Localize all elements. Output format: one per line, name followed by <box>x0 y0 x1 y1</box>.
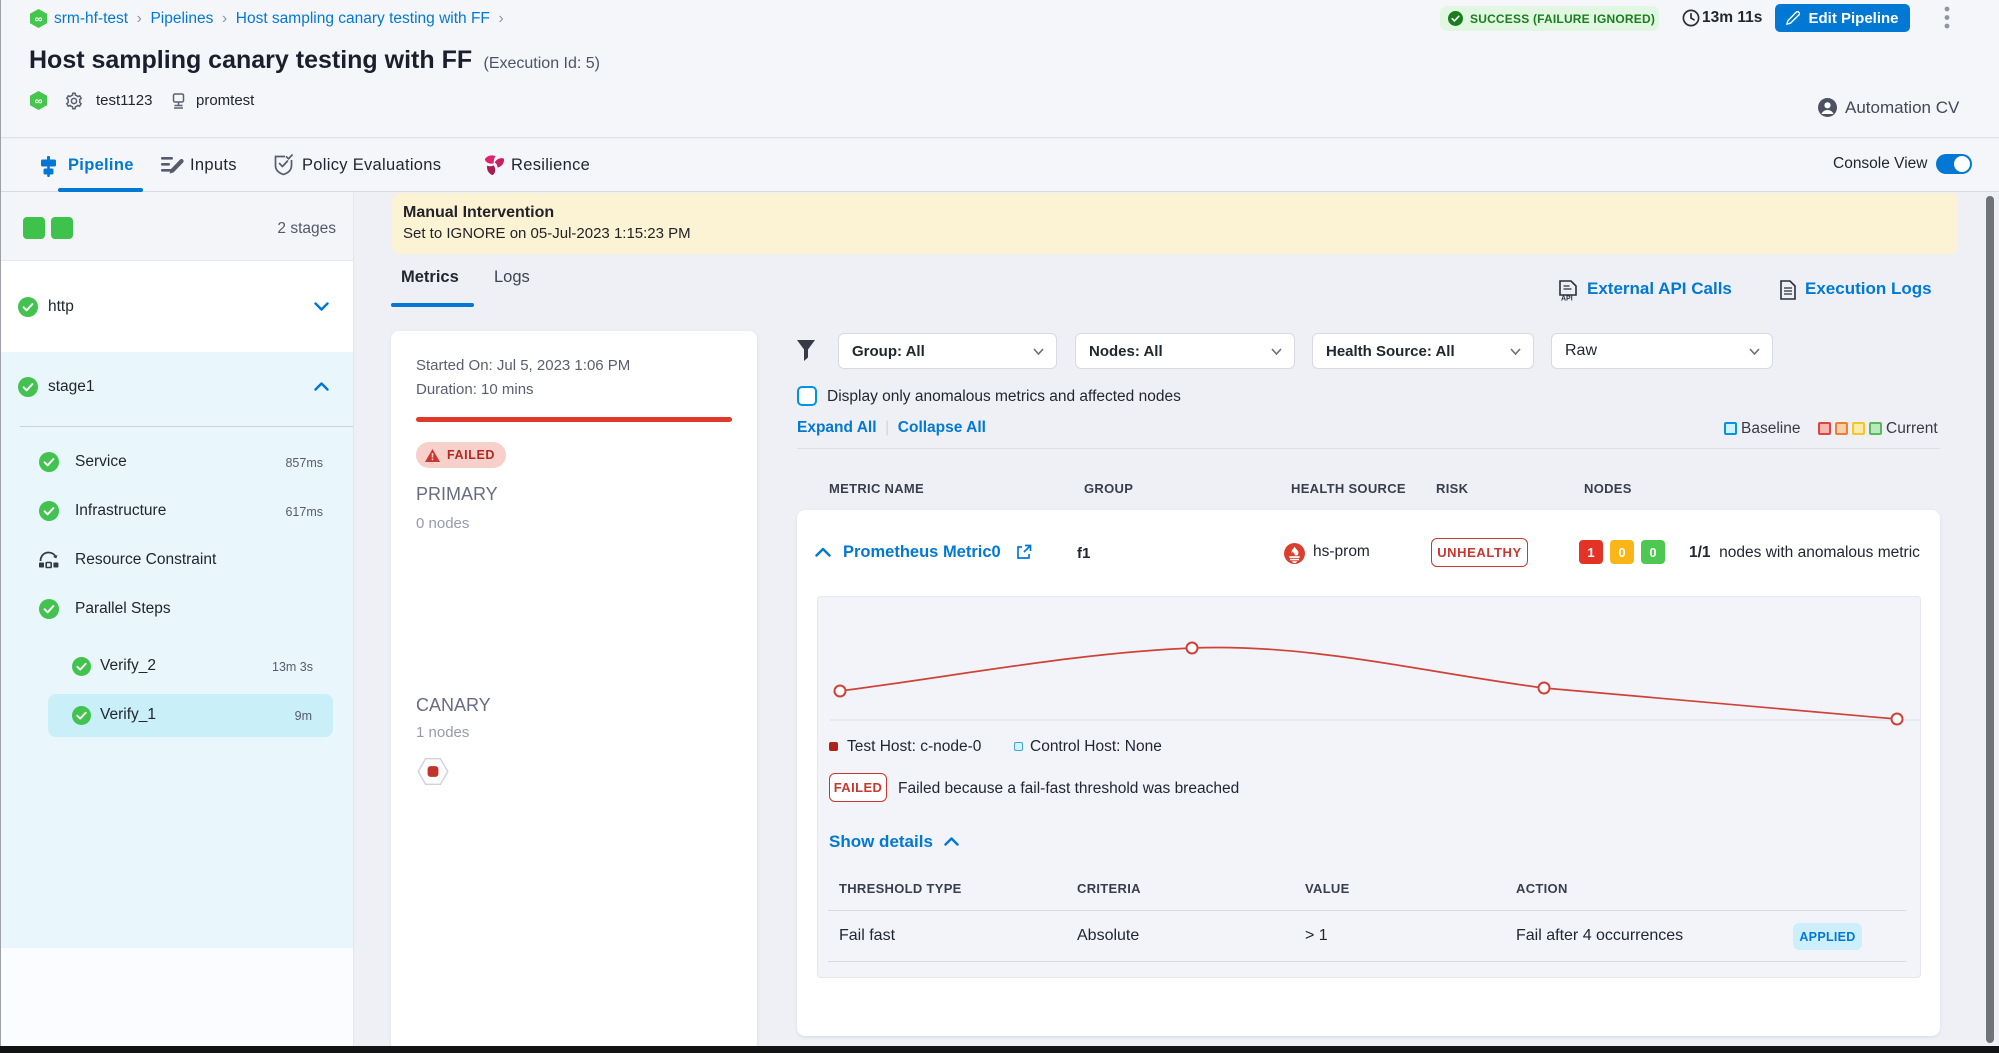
svg-text:API: API <box>1561 296 1573 302</box>
svg-text:∞: ∞ <box>35 14 43 26</box>
svg-text:∞: ∞ <box>35 96 43 108</box>
